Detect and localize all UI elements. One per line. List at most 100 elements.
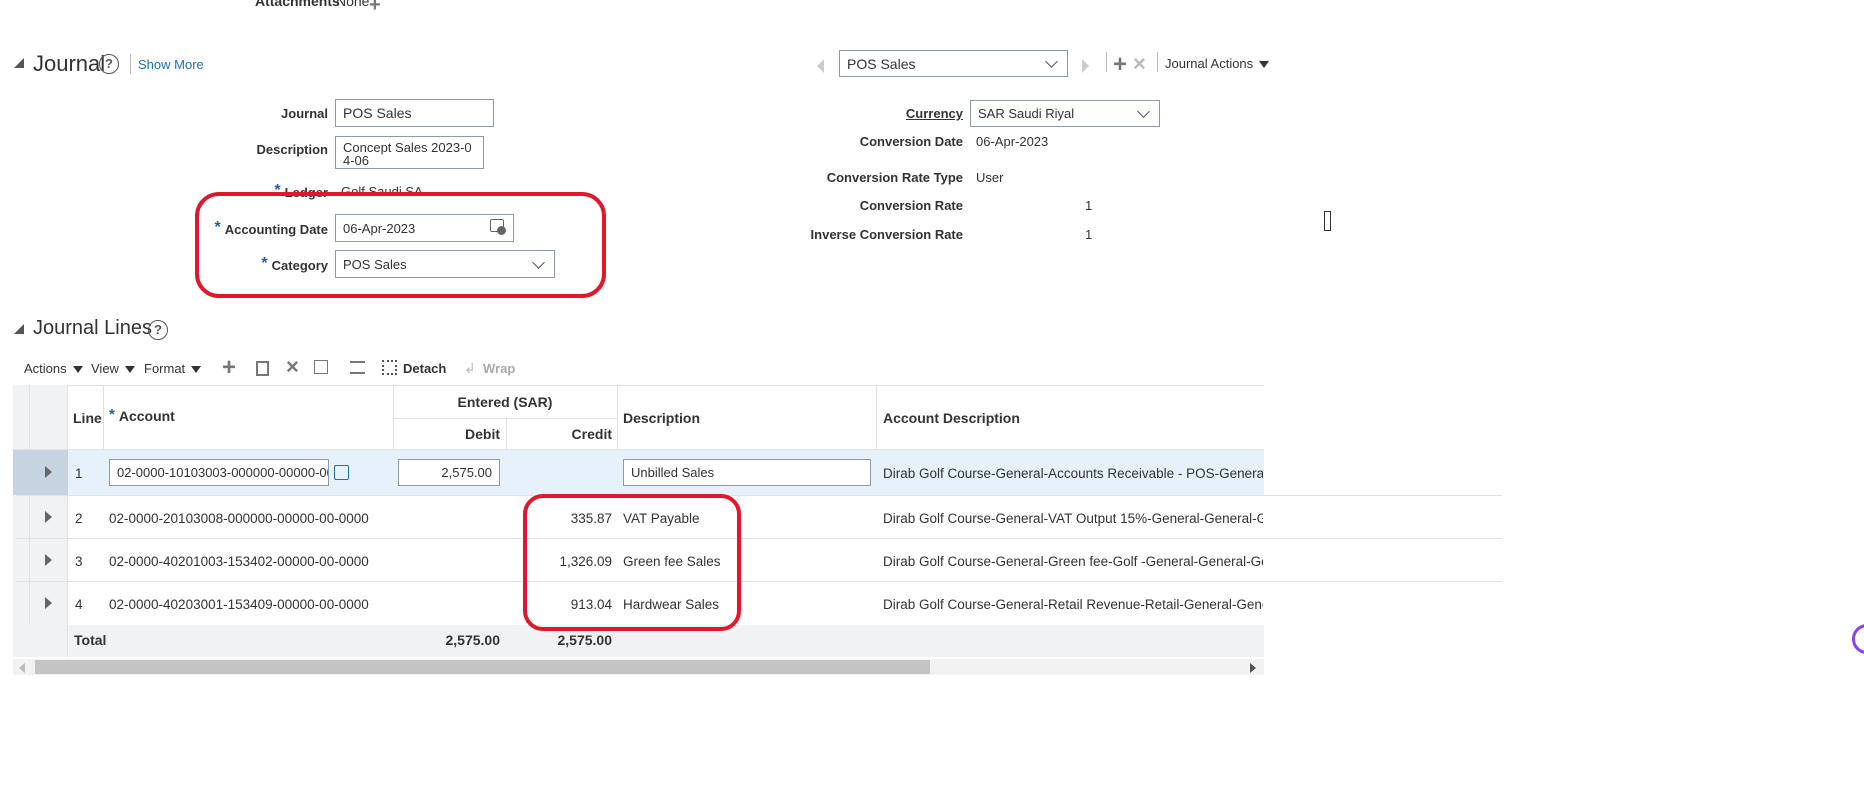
add-row-icon[interactable]: + bbox=[222, 354, 236, 382]
scrollbar-thumb[interactable] bbox=[35, 660, 930, 674]
add-journal-icon[interactable]: + bbox=[1113, 51, 1127, 79]
highlight-box-date-category bbox=[195, 192, 606, 298]
expand-row-icon[interactable] bbox=[45, 511, 52, 523]
journal-name-input[interactable]: POS Sales bbox=[335, 99, 494, 127]
journal-help-icon[interactable]: ? bbox=[99, 54, 119, 74]
highlight-box-credits bbox=[523, 494, 741, 631]
caret-down-icon bbox=[191, 366, 202, 374]
journal-selector[interactable]: POS Sales bbox=[839, 50, 1068, 77]
divider bbox=[130, 54, 131, 74]
duplicate-row-icon[interactable] bbox=[256, 361, 269, 376]
col-header-description[interactable]: Description bbox=[623, 410, 700, 426]
attachments-label: Attachments bbox=[255, 0, 340, 9]
conversion-date-value: 06-Apr-2023 bbox=[976, 134, 1049, 149]
row-divider bbox=[16, 495, 1502, 496]
scroll-right-icon[interactable] bbox=[1250, 663, 1256, 673]
col-divider bbox=[617, 385, 618, 450]
col-header-account-label: Account bbox=[118, 408, 175, 424]
actions-menu-label: Actions bbox=[24, 361, 67, 376]
description-label: Description bbox=[256, 142, 328, 157]
row-divider bbox=[16, 538, 1502, 539]
detach-icon[interactable] bbox=[382, 360, 397, 375]
journal-lines-title: Journal Lines bbox=[33, 317, 152, 339]
col-divider bbox=[876, 385, 877, 450]
delete-row-icon[interactable]: × bbox=[286, 354, 299, 380]
format-menu[interactable]: Format bbox=[144, 361, 202, 376]
row-divider bbox=[16, 581, 1502, 582]
row-2-account[interactable]: 02-0000-20103008-000000-00000-00-0000 bbox=[109, 511, 369, 526]
col-header-debit[interactable]: Debit bbox=[393, 426, 500, 442]
next-journal-icon[interactable] bbox=[1082, 59, 1089, 73]
col-divider bbox=[67, 625, 68, 657]
journal-section-title: Journal bbox=[33, 51, 106, 76]
row-4-account-description: Dirab Golf Course-General-Retail Revenue… bbox=[883, 597, 1263, 612]
journal-actions-label: Journal Actions bbox=[1165, 56, 1254, 71]
account-lookup-icon[interactable] bbox=[334, 465, 349, 480]
wrap-button[interactable]: Wrap bbox=[483, 361, 515, 376]
table-top-border bbox=[13, 385, 1264, 386]
divider bbox=[1106, 52, 1107, 72]
row-3-account[interactable]: 02-0000-40201003-153402-00000-00-0000 bbox=[109, 554, 369, 569]
panel-splitter-handle[interactable] bbox=[1324, 211, 1331, 231]
format-menu-label: Format bbox=[144, 361, 186, 376]
wrap-icon: ↲ bbox=[464, 360, 476, 376]
expand-row-icon[interactable] bbox=[45, 466, 52, 478]
collapse-journal-lines-icon[interactable] bbox=[14, 324, 24, 334]
journal-lines-help-icon[interactable]: ? bbox=[148, 320, 168, 340]
expand-row-icon[interactable] bbox=[45, 554, 52, 566]
conversion-date-label: Conversion Date bbox=[859, 134, 963, 149]
detach-button[interactable]: Detach bbox=[403, 361, 446, 376]
journal-actions-menu[interactable]: Journal Actions bbox=[1165, 56, 1270, 71]
query-by-example-icon[interactable] bbox=[350, 361, 365, 374]
row-1-description-input[interactable]: Unbilled Sales bbox=[623, 459, 871, 486]
row-1-debit-input[interactable]: 2,575.00 bbox=[398, 459, 500, 486]
currency-value: SAR Saudi Riyal bbox=[978, 106, 1075, 121]
col-header-account-description[interactable]: Account Description bbox=[883, 410, 1020, 426]
inverse-conversion-rate-value: 1 bbox=[1085, 227, 1093, 242]
journal-selector-value: POS Sales bbox=[847, 55, 916, 72]
conversion-rate-type-label: Conversion Rate Type bbox=[826, 170, 963, 185]
col-header-account[interactable]: * Account bbox=[109, 406, 175, 425]
caret-down-icon bbox=[72, 366, 83, 374]
attachments-value: None bbox=[336, 0, 370, 9]
row-1-account-description: Dirab Golf Course-General-Accounts Recei… bbox=[883, 466, 1263, 481]
row-3-account-description: Dirab Golf Course-General-Green fee-Golf… bbox=[883, 554, 1263, 569]
row-3-line: 3 bbox=[75, 554, 83, 569]
view-menu-label: View bbox=[91, 361, 119, 376]
chevron-down-icon bbox=[1045, 55, 1058, 68]
caret-down-icon bbox=[124, 366, 135, 374]
collapse-journal-icon[interactable] bbox=[14, 58, 24, 68]
show-more-link[interactable]: Show More bbox=[138, 57, 204, 72]
row-1-account-input[interactable]: 02-0000-10103003-000000-00000-00-0000 bbox=[109, 459, 329, 486]
row-selector[interactable] bbox=[13, 450, 68, 495]
add-attachment-icon[interactable]: + bbox=[369, 0, 381, 17]
col-divider bbox=[29, 385, 30, 657]
col-divider bbox=[103, 385, 104, 450]
row-header-column bbox=[13, 385, 68, 625]
col-divider bbox=[67, 385, 68, 657]
row-4-line: 4 bbox=[75, 597, 83, 612]
scroll-left-icon[interactable] bbox=[19, 663, 25, 673]
row-2-line: 2 bbox=[75, 511, 83, 526]
freeze-columns-icon[interactable] bbox=[314, 360, 328, 374]
view-menu[interactable]: View bbox=[91, 361, 135, 376]
col-header-credit[interactable]: Credit bbox=[506, 426, 612, 442]
total-credit: 2,575.00 bbox=[557, 632, 613, 648]
delete-journal-icon[interactable]: × bbox=[1133, 51, 1146, 77]
assistant-bubble-icon[interactable] bbox=[1852, 624, 1864, 654]
row-1-line: 1 bbox=[75, 466, 83, 481]
row-4-account[interactable]: 02-0000-40203001-153409-00000-00-0000 bbox=[109, 597, 369, 612]
previous-journal-icon[interactable] bbox=[817, 59, 824, 73]
total-label: Total bbox=[74, 632, 107, 648]
expand-row-icon[interactable] bbox=[45, 597, 52, 609]
header-sub-divider bbox=[393, 418, 617, 419]
col-header-line[interactable]: Line bbox=[73, 410, 102, 426]
divider bbox=[1157, 52, 1158, 72]
actions-menu[interactable]: Actions bbox=[24, 361, 83, 376]
description-textarea[interactable]: Concept Sales 2023-04-06 bbox=[335, 136, 484, 169]
currency-select[interactable]: SAR Saudi Riyal bbox=[970, 100, 1160, 127]
caret-down-icon bbox=[1259, 61, 1270, 69]
inverse-conversion-rate-label: Inverse Conversion Rate bbox=[810, 227, 963, 242]
row-2-account-description: Dirab Golf Course-General-VAT Output 15%… bbox=[883, 511, 1263, 526]
currency-label[interactable]: Currency bbox=[906, 106, 963, 121]
